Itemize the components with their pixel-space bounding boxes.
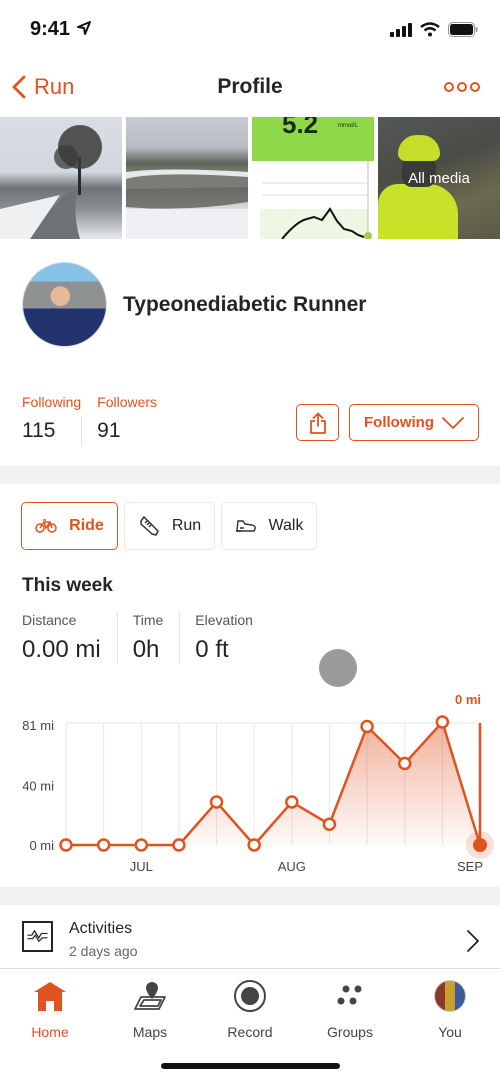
maps-icon <box>134 982 166 1010</box>
user-avatar <box>434 980 466 1012</box>
page-title: Profile <box>217 75 283 98</box>
share-icon <box>309 412 326 434</box>
location-arrow-icon <box>77 21 91 35</box>
stat-distance: Distance 0.00 mi <box>22 612 101 663</box>
following-dropdown-button[interactable]: Following <box>349 404 479 441</box>
follow-counts: Following 115 Followers 91 <box>22 394 173 446</box>
activities-title: Activities <box>69 920 133 937</box>
data-point <box>96 838 111 852</box>
data-point <box>360 719 374 734</box>
more-dot-icon <box>470 82 480 92</box>
section-divider <box>0 466 500 484</box>
weekly-stats: Distance 0.00 mi Time 0h Elevation 0 ft <box>22 612 269 664</box>
status-time: 9:41 <box>30 18 71 40</box>
snowy-field-image <box>126 169 248 239</box>
more-dot-icon <box>444 82 454 92</box>
data-point <box>209 795 224 809</box>
chevron-down-icon <box>442 416 464 429</box>
shoe-icon <box>140 516 159 536</box>
tab-you[interactable]: You <box>400 970 500 1080</box>
stat-time: Time 0h <box>116 612 180 664</box>
signal-icon <box>390 22 412 37</box>
all-media-button[interactable]: All media <box>378 117 500 239</box>
bike-icon <box>35 519 57 533</box>
data-point <box>247 838 261 852</box>
share-button[interactable] <box>296 404 339 441</box>
athlete-name: Typeonediabetic Runner <box>123 292 367 316</box>
x-tick-label: SEP <box>457 859 483 874</box>
data-point <box>285 795 299 809</box>
media-thumbnail[interactable] <box>0 117 122 239</box>
more-options-button[interactable] <box>444 82 480 92</box>
all-media-label: All media <box>408 170 470 187</box>
data-point <box>59 838 73 852</box>
glucose-value: 5.2 <box>282 117 319 139</box>
nav-bar: Run Profile <box>0 60 500 116</box>
sport-tabs: Ride Run Walk <box>21 502 317 550</box>
tab-home[interactable]: Home <box>0 970 100 1080</box>
area-fill <box>66 722 480 845</box>
home-icon <box>34 982 66 1011</box>
data-point <box>134 838 149 852</box>
this-week-title: This week <box>22 575 113 596</box>
activities-subtitle: 2 days ago <box>69 943 138 959</box>
tab-ride[interactable]: Ride <box>21 502 118 550</box>
media-thumbnail[interactable] <box>126 117 248 239</box>
activity-graph-icon <box>22 921 53 952</box>
data-point <box>172 838 186 852</box>
tab-run[interactable]: Run <box>124 502 215 550</box>
y-tick-label: 40 mi <box>22 779 54 794</box>
glucose-graph-image <box>260 161 372 239</box>
glucose-unit: mmol/L <box>338 123 358 129</box>
activities-row[interactable]: Activities 2 days ago <box>0 905 500 969</box>
following-count[interactable]: Following 115 <box>22 394 97 443</box>
x-tick-label: JUL <box>130 859 153 874</box>
profile-header: Typeonediabetic Runner <box>22 262 366 347</box>
stat-elevation: Elevation 0 ft <box>179 612 269 664</box>
walk-shoe-icon <box>235 520 256 532</box>
battery-icon <box>448 22 478 37</box>
media-thumbnail[interactable]: 5.2 mmol/L <box>252 117 374 239</box>
chevron-right-icon <box>467 930 479 952</box>
status-bar: 9:41 <box>0 0 500 60</box>
more-dot-icon <box>457 82 467 92</box>
data-point <box>322 817 337 832</box>
media-strip: 5.2 mmol/L All media <box>0 117 500 239</box>
following-button-label: Following <box>364 414 434 431</box>
followers-count[interactable]: Followers 91 <box>81 394 173 446</box>
snowy-road-tree-image <box>0 125 102 239</box>
y-tick-label: 81 mi <box>22 718 54 733</box>
weekly-distance-chart[interactable]: 0 mi 40 mi 81 mi JUL AUG SEP 0 mi <box>0 680 500 880</box>
data-point <box>397 756 412 771</box>
profile-avatar[interactable] <box>22 262 107 347</box>
selected-data-point <box>473 838 487 852</box>
x-tick-label: AUG <box>278 859 306 874</box>
groups-icon <box>337 985 362 1005</box>
data-point <box>435 715 450 729</box>
record-icon <box>234 980 266 1012</box>
wifi-icon <box>420 22 440 37</box>
tab-walk[interactable]: Walk <box>221 502 317 550</box>
home-indicator <box>161 1063 340 1069</box>
divider <box>81 416 83 446</box>
y-tick-label: 0 mi <box>29 838 54 853</box>
selected-value-label: 0 mi <box>455 692 481 707</box>
section-divider <box>0 887 500 905</box>
